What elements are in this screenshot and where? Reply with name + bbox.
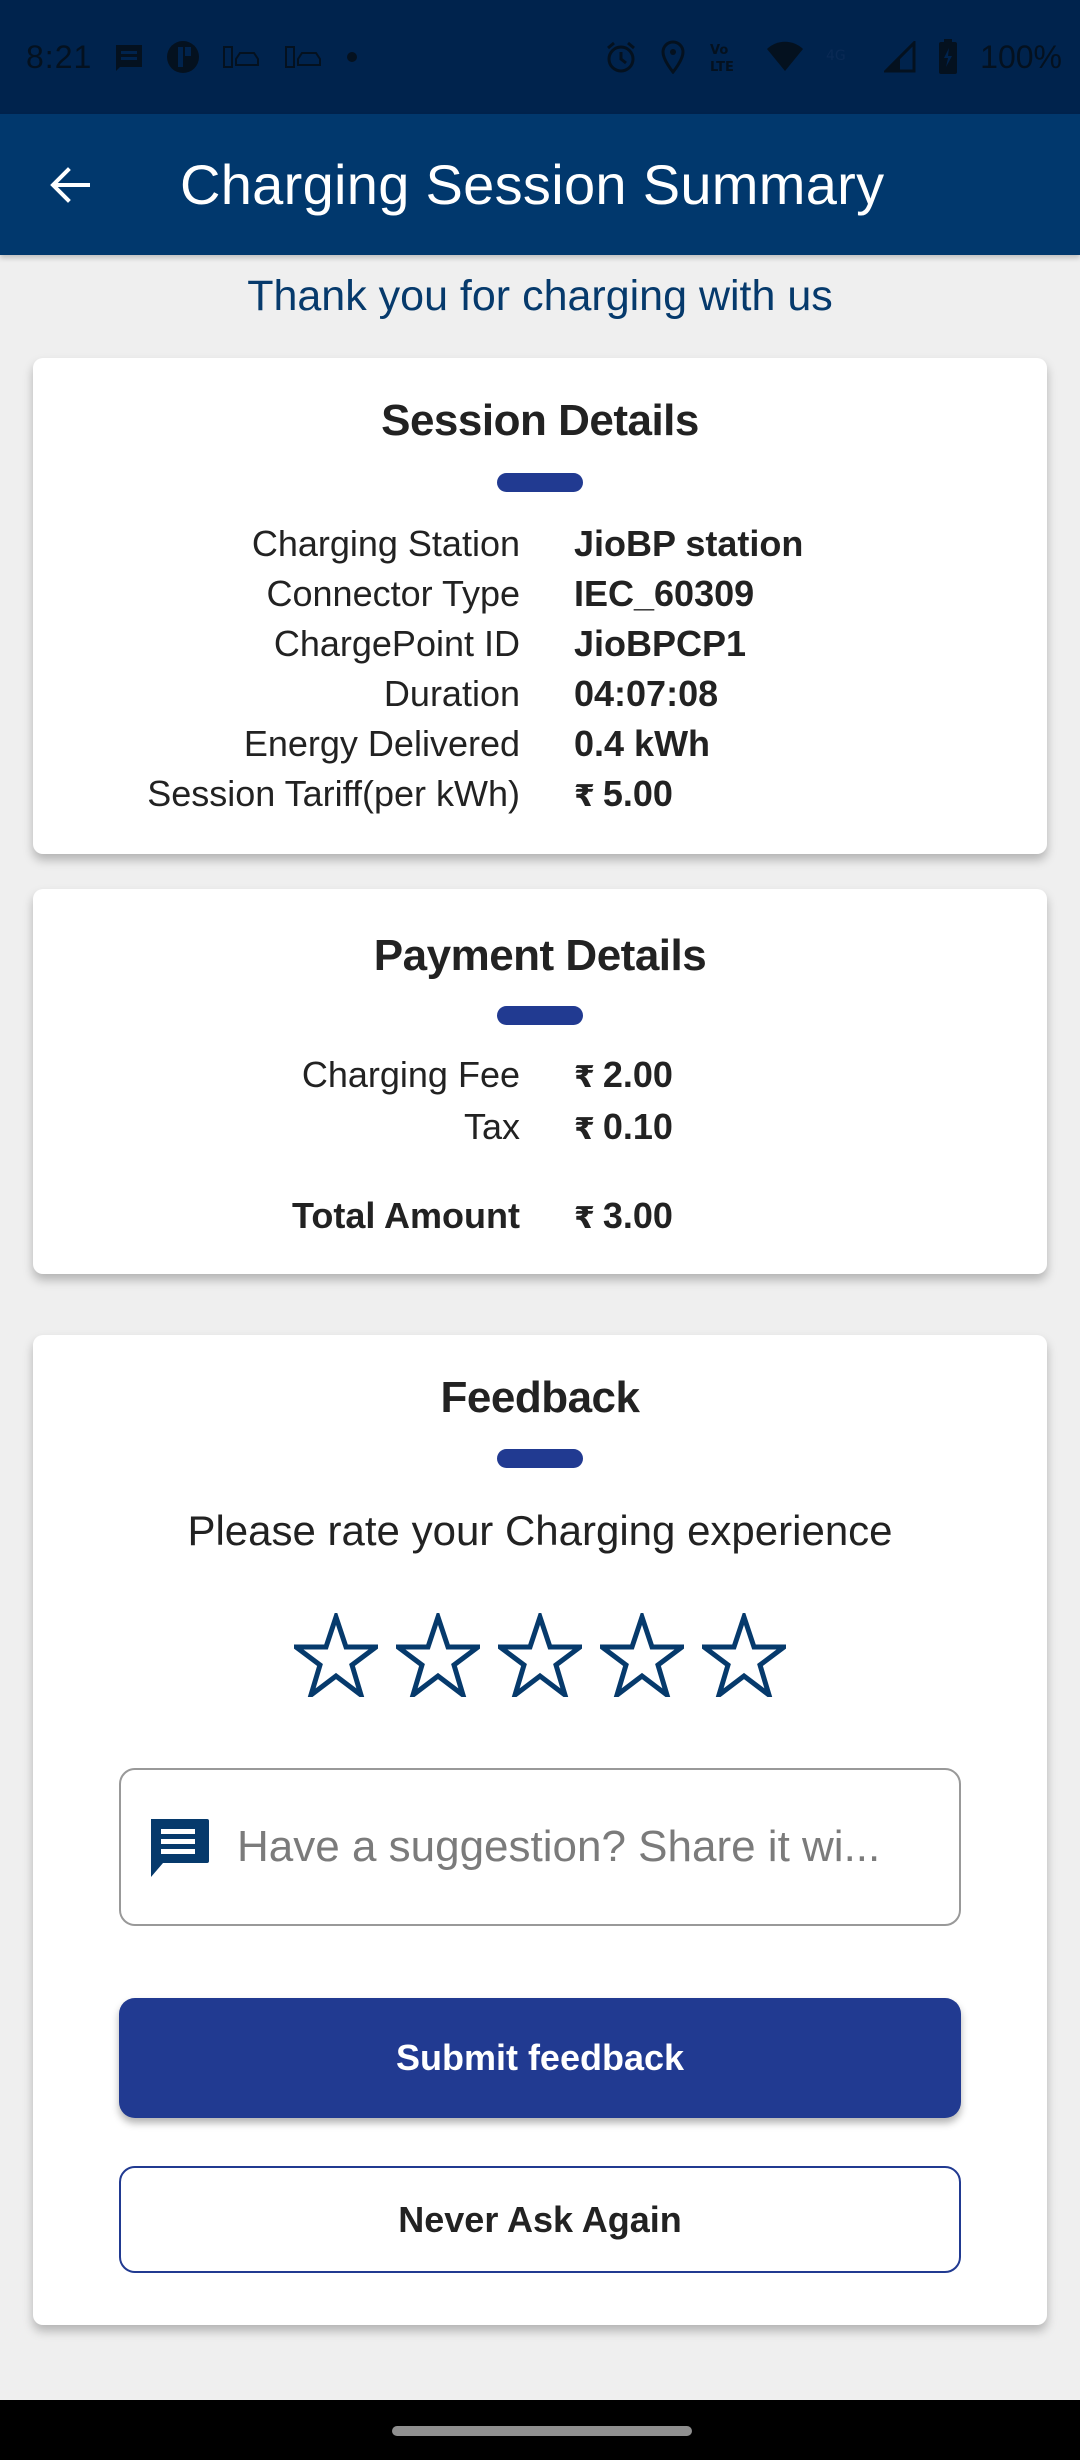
svg-text:Vo: Vo — [710, 43, 728, 58]
star-5-icon[interactable] — [702, 1613, 786, 1697]
rupee-symbol: ₹ — [574, 1202, 595, 1235]
detail-value: IEC_60309 — [574, 573, 755, 614]
signal-icon — [884, 41, 916, 73]
amount: 5.00 — [602, 773, 673, 814]
message-icon — [114, 42, 144, 72]
ev-charging-icon — [284, 43, 324, 71]
detail-label: Charging Station — [251, 523, 520, 564]
payment-label: Charging Fee — [301, 1054, 520, 1095]
total-value: ₹3.00 — [574, 1195, 673, 1237]
detail-value: JioBPCP1 — [574, 623, 747, 664]
rupee-symbol: ₹ — [574, 1061, 595, 1094]
thanks-message: Thank you for charging with us — [247, 272, 833, 320]
svg-text:LTE: LTE — [710, 60, 734, 75]
alarm-icon — [604, 40, 638, 74]
payment-value: ₹2.00 — [574, 1054, 673, 1096]
rupee-symbol: ₹ — [574, 780, 595, 813]
star-rating — [33, 1613, 1047, 1697]
rupee-symbol: ₹ — [574, 1113, 595, 1146]
home-gesture-handle[interactable] — [392, 2426, 692, 2436]
detail-value: ₹5.00 — [574, 773, 673, 815]
app-notification-icon — [166, 40, 200, 74]
status-bar-left: 8:21 — [26, 39, 358, 76]
status-time: 8:21 — [26, 38, 93, 75]
detail-row-duration: Duration 04:07:08 — [33, 673, 1047, 723]
detail-label: ChargePoint ID — [273, 623, 520, 664]
suggestion-field[interactable] — [119, 1768, 961, 1926]
amount: 2.00 — [602, 1054, 673, 1095]
star-1-icon[interactable] — [294, 1613, 378, 1697]
detail-row-chargepoint-id: ChargePoint ID JioBPCP1 — [33, 623, 1047, 673]
detail-value: 04:07:08 — [574, 673, 719, 714]
payment-value: ₹0.10 — [574, 1106, 673, 1148]
chat-message-icon — [151, 1819, 209, 1877]
session-details-card: Session Details Charging Station JioBP s… — [33, 358, 1047, 854]
total-label: Total Amount — [292, 1195, 520, 1236]
detail-label: Connector Type — [266, 573, 521, 614]
accent-divider — [497, 473, 583, 492]
detail-row-charging-station: Charging Station JioBP station — [33, 523, 1047, 573]
accent-divider — [497, 1449, 583, 1468]
detail-value: 0.4 kWh — [574, 723, 711, 764]
page-title: Charging Session Summary — [180, 153, 885, 216]
accent-divider — [497, 1006, 583, 1025]
wifi-icon — [766, 41, 804, 73]
back-button[interactable] — [20, 135, 120, 235]
detail-row-connector-type: Connector Type IEC_60309 — [33, 573, 1047, 623]
payment-row-charging-fee: Charging Fee ₹2.00 — [33, 1054, 1047, 1104]
detail-label: Energy Delivered — [243, 723, 520, 764]
app-bar: Charging Session Summary — [0, 114, 1080, 255]
volte-icon: Vo LTE — [708, 39, 744, 75]
submit-feedback-button[interactable]: Submit feedback — [119, 1998, 961, 2118]
payment-row-total: Total Amount ₹3.00 — [33, 1195, 1047, 1245]
feedback-card: Feedback Please rate your Charging exper… — [33, 1335, 1047, 2325]
suggestion-input[interactable] — [237, 1822, 897, 1872]
rating-prompt: Please rate your Charging experience — [187, 1507, 893, 1554]
battery-charging-icon — [938, 39, 958, 75]
arrow-left-icon — [50, 166, 90, 203]
amount: 3.00 — [602, 1195, 673, 1236]
star-3-icon[interactable] — [498, 1613, 582, 1697]
payment-row-tax: Tax ₹0.10 — [33, 1106, 1047, 1156]
detail-label: Session Tariff(per kWh) — [147, 773, 520, 814]
status-bar-right: Vo LTE 4G 100% — [604, 39, 1062, 76]
session-details-title: Session Details — [381, 396, 699, 445]
detail-row-session-tariff: Session Tariff(per kWh) ₹5.00 — [33, 773, 1047, 823]
svg-text:4G: 4G — [826, 48, 846, 64]
battery-percent: 100% — [980, 38, 1062, 75]
ev-charging-icon — [222, 43, 262, 71]
star-2-icon[interactable] — [396, 1613, 480, 1697]
detail-row-energy-delivered: Energy Delivered 0.4 kWh — [33, 723, 1047, 773]
payment-label: Tax — [463, 1106, 520, 1147]
feedback-title: Feedback — [440, 1373, 640, 1422]
data-icon: 4G — [826, 42, 862, 72]
dot-icon — [346, 51, 358, 63]
payment-details-title: Payment Details — [373, 931, 707, 980]
system-nav-bar — [0, 2400, 1080, 2460]
never-ask-again-button[interactable]: Never Ask Again — [119, 2166, 961, 2273]
amount: 0.10 — [602, 1106, 673, 1147]
location-icon — [660, 40, 686, 74]
star-4-icon[interactable] — [600, 1613, 684, 1697]
detail-value: JioBP station — [574, 523, 804, 564]
payment-details-card: Payment Details Charging Fee ₹2.00 Tax ₹… — [33, 889, 1047, 1274]
detail-label: Duration — [383, 673, 520, 714]
status-bar: 8:21 Vo LTE 4G 100% — [0, 0, 1080, 114]
